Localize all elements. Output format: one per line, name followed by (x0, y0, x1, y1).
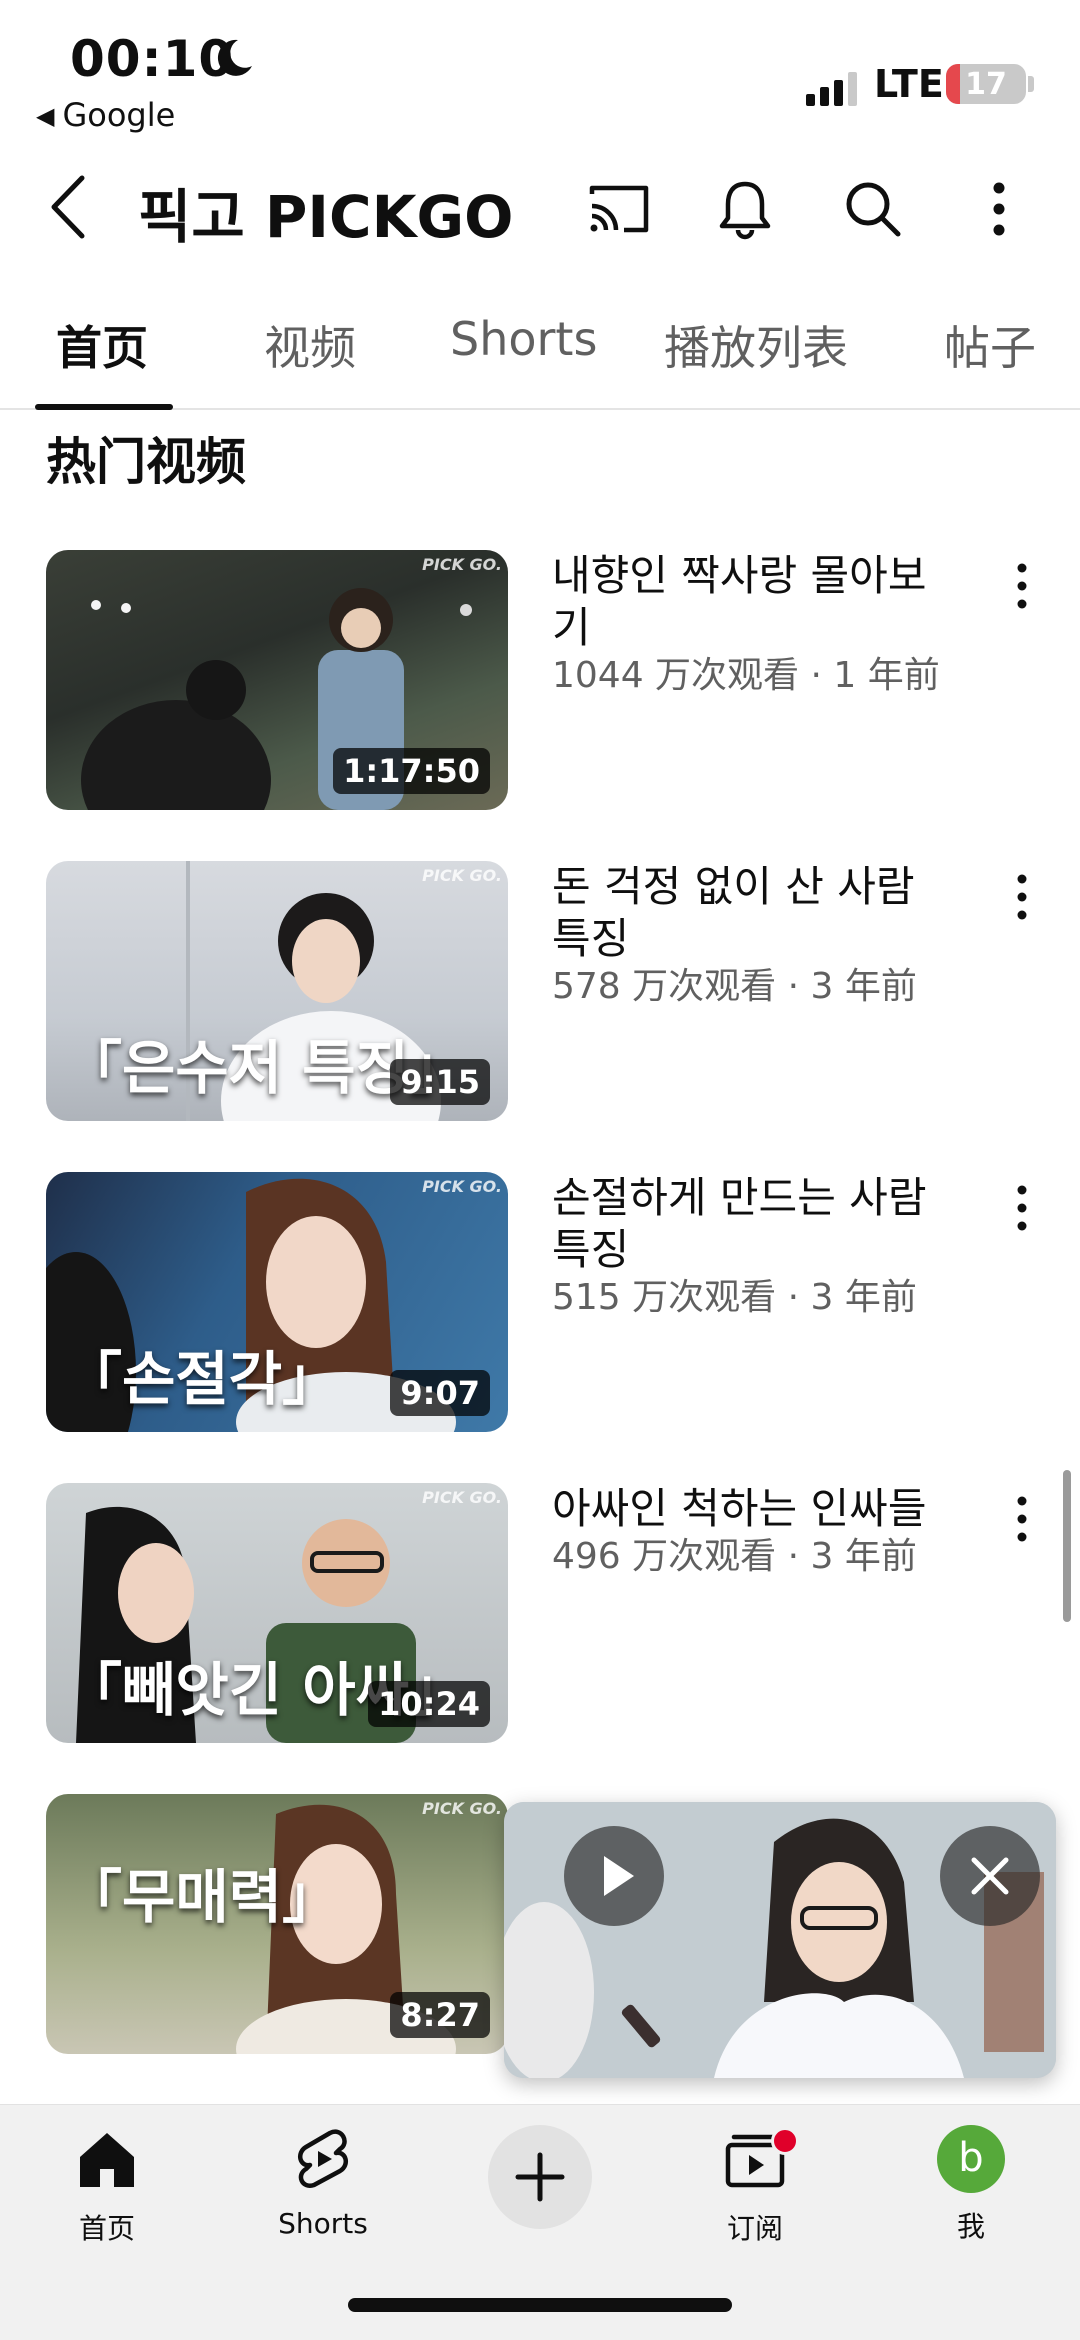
watermark-logo: PICK GO. (422, 555, 502, 574)
channel-title: 픽고 PICKGO (138, 183, 514, 251)
video-title[interactable]: 손절하게 만드는 사람 특징 (552, 1172, 952, 1276)
section-title: 热门视频 (46, 433, 246, 491)
video-duration: 9:07 (390, 1370, 490, 1416)
battery-level: 17 (965, 67, 1007, 102)
search-icon[interactable] (840, 176, 906, 242)
home-icon (80, 2133, 134, 2187)
tab-home[interactable]: 首页 (56, 312, 148, 378)
video-item[interactable]: PICK GO. 1:17:50 내향인 짝사랑 몰아보기 1044 万次观看 … (0, 550, 1080, 810)
video-duration: 10:24 (368, 1681, 490, 1727)
video-meta: 578 万次观看 · 3 年前 (552, 966, 917, 1007)
tab-posts[interactable]: 帖子 (944, 312, 1036, 378)
video-item[interactable]: PICK GO. 「은수저 특징」 9:15 돈 걱정 없이 산 사람 특징 5… (0, 861, 1080, 1121)
video-more-icon[interactable] (1002, 558, 1042, 618)
home-indicator (348, 2298, 732, 2312)
back-arrow-icon[interactable] (44, 172, 94, 242)
watermark-logo: PICK GO. (422, 1799, 502, 1818)
back-triangle-icon: ◀ (36, 102, 55, 130)
video-more-icon[interactable] (1002, 869, 1042, 929)
nav-me-label: 我 (956, 2210, 985, 2243)
network-type: LTE (874, 62, 944, 106)
mini-player[interactable] (504, 1802, 1056, 2078)
back-app-label: Google (62, 96, 176, 134)
nav-home[interactable]: 首页 (27, 2125, 187, 2247)
video-item[interactable]: PICK GO. 「손절각」 9:07 손절하게 만드는 사람 특징 515 万… (0, 1172, 1080, 1432)
nav-shorts-label: Shorts (278, 2207, 368, 2240)
mini-player-close-button[interactable] (940, 1826, 1040, 1926)
video-thumbnail[interactable]: PICK GO. 「손절각」 9:07 (46, 1172, 508, 1432)
video-duration: 8:27 (390, 1992, 490, 2038)
nav-shorts[interactable]: Shorts (243, 2125, 403, 2240)
shorts-icon (297, 2129, 349, 2188)
signal-icon (806, 72, 857, 106)
plus-icon (515, 2152, 565, 2202)
scrollbar[interactable] (1063, 1470, 1071, 1622)
tab-playlists[interactable]: 播放列表 (664, 312, 848, 378)
notifications-bell-icon[interactable] (712, 176, 778, 242)
thumbnail-caption: 「무매력」 (64, 1863, 341, 1931)
video-thumbnail[interactable]: PICK GO. 「무매력」 8:27 (46, 1794, 508, 2054)
video-more-icon[interactable] (1002, 1180, 1042, 1240)
cast-icon[interactable] (586, 176, 652, 242)
back-to-app-link[interactable]: ◀ Google (36, 96, 175, 134)
tab-shorts[interactable]: Shorts (450, 312, 597, 366)
play-icon (604, 1856, 634, 1896)
watermark-logo: PICK GO. (422, 1177, 502, 1196)
tab-videos[interactable]: 视频 (264, 312, 356, 378)
status-time: 00:10 (70, 30, 235, 88)
nav-subscriptions-label: 订阅 (726, 2212, 783, 2245)
video-thumbnail[interactable]: PICK GO. 1:17:50 (46, 550, 508, 810)
video-more-icon[interactable] (1002, 1491, 1042, 1551)
moon-icon (217, 39, 252, 76)
video-title[interactable]: 내향인 짝사랑 몰아보기 (552, 550, 952, 654)
battery-tip (1028, 76, 1034, 92)
create-button[interactable] (488, 2125, 592, 2229)
video-item[interactable]: PICK GO. 「빼앗긴 아싸」 10:24 아싸인 척하는 인싸들 496 … (0, 1483, 1080, 1743)
video-thumbnail[interactable]: PICK GO. 「은수저 특징」 9:15 (46, 861, 508, 1121)
video-duration: 9:15 (390, 1059, 490, 1105)
watermark-logo: PICK GO. (422, 866, 502, 885)
video-duration: 1:17:50 (333, 748, 490, 794)
channel-tabs: 首页 视频 Shorts 播放列表 帖子 (0, 300, 1080, 410)
more-options-icon[interactable] (966, 176, 1032, 242)
video-thumbnail[interactable]: PICK GO. 「빼앗긴 아싸」 10:24 (46, 1483, 508, 1743)
avatar: b (937, 2125, 1005, 2193)
active-tab-indicator (35, 404, 173, 410)
nav-home-label: 首页 (78, 2212, 135, 2245)
video-meta: 1044 万次观看 · 1 年前 (552, 655, 940, 696)
video-meta: 515 万次观看 · 3 年前 (552, 1277, 917, 1318)
mini-player-play-button[interactable] (564, 1826, 664, 1926)
nav-subscriptions[interactable]: 订阅 (675, 2125, 835, 2247)
video-title[interactable]: 돈 걱정 없이 산 사람 특징 (552, 861, 952, 965)
video-meta: 496 万次观看 · 3 年前 (552, 1536, 917, 1577)
thumbnail-caption: 「손절각」 (64, 1345, 341, 1413)
close-icon (971, 1857, 1009, 1895)
nav-me[interactable]: b 我 (891, 2125, 1051, 2245)
watermark-logo: PICK GO. (422, 1488, 502, 1507)
battery-indicator: 17 (946, 64, 1026, 104)
new-content-badge (771, 2127, 799, 2155)
